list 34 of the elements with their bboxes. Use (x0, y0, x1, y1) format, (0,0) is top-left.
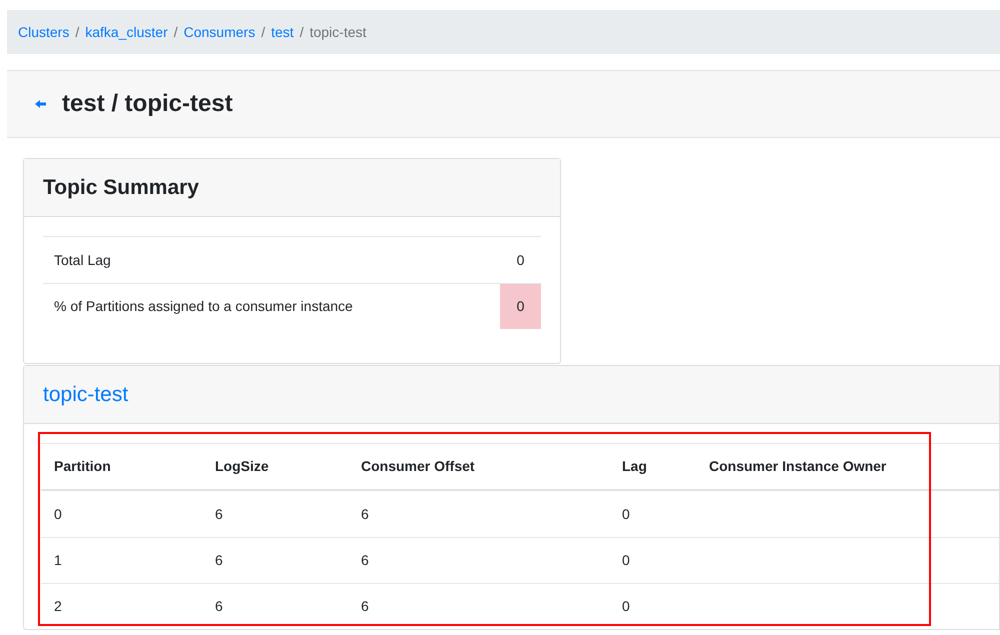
card-title: Topic Summary (43, 174, 199, 201)
table-cell: 0 (622, 598, 630, 614)
breadcrumb-current: topic-test (310, 22, 366, 42)
table-cell: 1 (54, 552, 62, 568)
summary-value: 0 (500, 284, 541, 329)
topic-link[interactable]: topic-test (43, 378, 128, 410)
column-header: Partition (54, 458, 111, 474)
table-cell: 0 (54, 506, 62, 522)
column-header: Consumer Offset (361, 458, 475, 474)
table-cell: 6 (215, 506, 223, 522)
page-title: test / topic-test (62, 89, 233, 119)
breadcrumb-separator: / (300, 22, 304, 42)
breadcrumb-link[interactable]: test (271, 22, 294, 42)
summary-label: % of Partitions assigned to a consumer instance (53, 297, 354, 316)
summary-value: 0 (516, 250, 526, 270)
table-cell: 6 (215, 598, 223, 614)
table-cell: 6 (361, 552, 369, 568)
back-arrow-icon[interactable] (35, 100, 46, 108)
table-cell: 6 (215, 552, 223, 568)
summary-label: Total Lag (53, 250, 112, 270)
breadcrumb-separator: / (261, 22, 266, 42)
table-cell: 0 (622, 506, 630, 522)
breadcrumb-link[interactable]: Consumers (184, 22, 256, 42)
table-cell: 2 (54, 598, 62, 614)
breadcrumb-separator: / (75, 22, 80, 42)
breadcrumb-separator: / (174, 22, 178, 42)
table-cell: 6 (361, 506, 369, 522)
breadcrumb-link[interactable]: Clusters (18, 22, 70, 42)
column-header: Lag (622, 458, 647, 474)
column-header: Consumer Instance Owner (709, 458, 886, 474)
table-cell: 0 (622, 552, 630, 568)
column-header: LogSize (215, 458, 269, 474)
breadcrumb-link[interactable]: kafka_cluster (85, 22, 168, 42)
table-cell: 6 (361, 598, 369, 614)
